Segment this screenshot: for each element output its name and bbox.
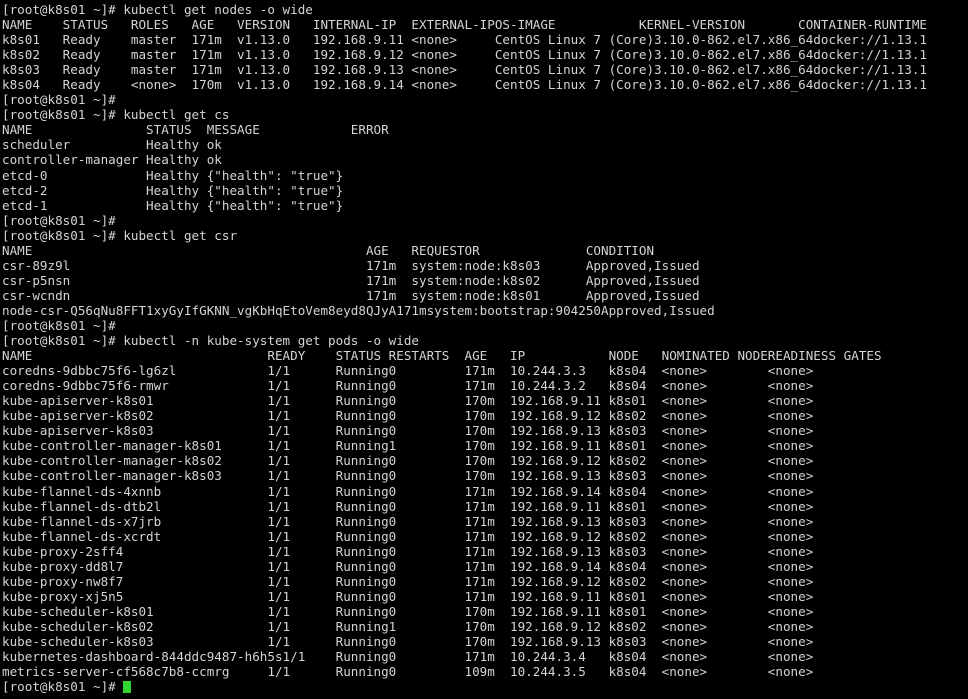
- pod-row: kube-apiserver-k8s03 1/1 Running0 170m 1…: [2, 423, 814, 439]
- table-header-row: NAME AGE REQUESTOR CONDITION: [2, 242, 655, 258]
- command-line: [root@k8s01 ~]# kubectl get cs: [2, 107, 230, 123]
- node-row: k8s01 Ready master 171m v1.13.0 192.168.…: [2, 32, 928, 48]
- pod-row: kube-flannel-ds-x7jrb 1/1 Running0 171m …: [2, 513, 814, 529]
- componentstatus-row: scheduler Healthy ok: [2, 137, 222, 153]
- csr-row: csr-p5nsn 171m system:node:k8s02 Approve…: [2, 272, 700, 288]
- pod-row: kube-apiserver-k8s02 1/1 Running0 170m 1…: [2, 408, 814, 424]
- componentstatus-row: etcd-0 Healthy {"health": "true"}: [2, 167, 344, 183]
- shell-prompt: [root@k8s01 ~]#: [2, 679, 124, 695]
- pod-row: kube-flannel-ds-dtb2l 1/1 Running0 171m …: [2, 498, 814, 514]
- componentstatus-row: etcd-2 Healthy {"health": "true"}: [2, 182, 344, 198]
- pod-row: kube-scheduler-k8s02 1/1 Running1 170m 1…: [2, 618, 814, 634]
- pod-row: kube-proxy-dd8l7 1/1 Running0 171m 192.1…: [2, 558, 814, 574]
- pod-row: kube-flannel-ds-xcrdt 1/1 Running0 171m …: [2, 528, 814, 544]
- node-row: k8s02 Ready master 171m v1.13.0 192.168.…: [2, 47, 928, 63]
- pod-row: kube-apiserver-k8s01 1/1 Running0 170m 1…: [2, 393, 814, 409]
- componentstatus-row: controller-manager Healthy ok: [2, 152, 222, 168]
- pod-row: kube-proxy-nw8f7 1/1 Running0 171m 192.1…: [2, 573, 814, 589]
- pod-row: kube-controller-manager-k8s01 1/1 Runnin…: [2, 438, 814, 454]
- pod-row: kube-flannel-ds-4xnnb 1/1 Running0 171m …: [2, 483, 814, 499]
- pod-row: kube-proxy-2sff4 1/1 Running0 171m 192.1…: [2, 543, 814, 559]
- command-line: [root@k8s01 ~]# kubectl -n kube-system g…: [2, 333, 420, 349]
- pod-row: kube-controller-manager-k8s02 1/1 Runnin…: [2, 453, 814, 469]
- pod-row: kube-scheduler-k8s01 1/1 Running0 170m 1…: [2, 603, 814, 619]
- pod-row: coredns-9dbbc75f6-rmwr 1/1 Running0 171m…: [2, 378, 814, 394]
- componentstatus-row: etcd-1 Healthy {"health": "true"}: [2, 197, 344, 213]
- pod-row: metrics-server-cf568c7b8-ccmrg 1/1 Runni…: [2, 664, 814, 680]
- text-cursor: [123, 681, 132, 694]
- pod-row: coredns-9dbbc75f6-lg6zl 1/1 Running0 171…: [2, 363, 814, 379]
- table-header-row: NAME STATUS ROLES AGE VERSION INTERNAL-I…: [2, 17, 928, 33]
- node-row: k8s03 Ready master 171m v1.13.0 192.168.…: [2, 62, 928, 78]
- table-header-row: NAME READY STATUS RESTARTS AGE IP NODE N…: [2, 348, 882, 364]
- prompt-line: [root@k8s01 ~]#: [2, 92, 124, 108]
- pod-row: kube-proxy-xj5n5 1/1 Running0 171m 192.1…: [2, 588, 814, 604]
- csr-row: csr-wcndn 171m system:node:k8s01 Approve…: [2, 287, 700, 303]
- terminal-screen[interactable]: [root@k8s01 ~]# kubectl get nodes -o wid…: [0, 0, 968, 699]
- prompt-line: [root@k8s01 ~]#: [2, 212, 124, 228]
- pod-row: kube-scheduler-k8s03 1/1 Running0 170m 1…: [2, 633, 814, 649]
- command-line: [root@k8s01 ~]# kubectl get csr: [2, 227, 238, 243]
- table-header-row: NAME STATUS MESSAGE ERROR: [2, 122, 389, 138]
- command-line: [root@k8s01 ~]# kubectl get nodes -o wid…: [2, 2, 313, 17]
- csr-row: csr-89z9l 171m system:node:k8s03 Approve…: [2, 257, 700, 273]
- csr-row: node-csr-Q56qNu8FFT1xyGyIfGKNN_vgKbHqEto…: [2, 302, 715, 318]
- prompt-line: [root@k8s01 ~]#: [2, 317, 124, 333]
- node-row: k8s04 Ready <none> 170m v1.13.0 192.168.…: [2, 77, 928, 93]
- active-prompt-line[interactable]: [root@k8s01 ~]#: [2, 679, 968, 694]
- pod-row: kube-controller-manager-k8s03 1/1 Runnin…: [2, 468, 814, 484]
- pod-row: kubernetes-dashboard-844ddc9487-h6h5s1/1…: [2, 649, 814, 665]
